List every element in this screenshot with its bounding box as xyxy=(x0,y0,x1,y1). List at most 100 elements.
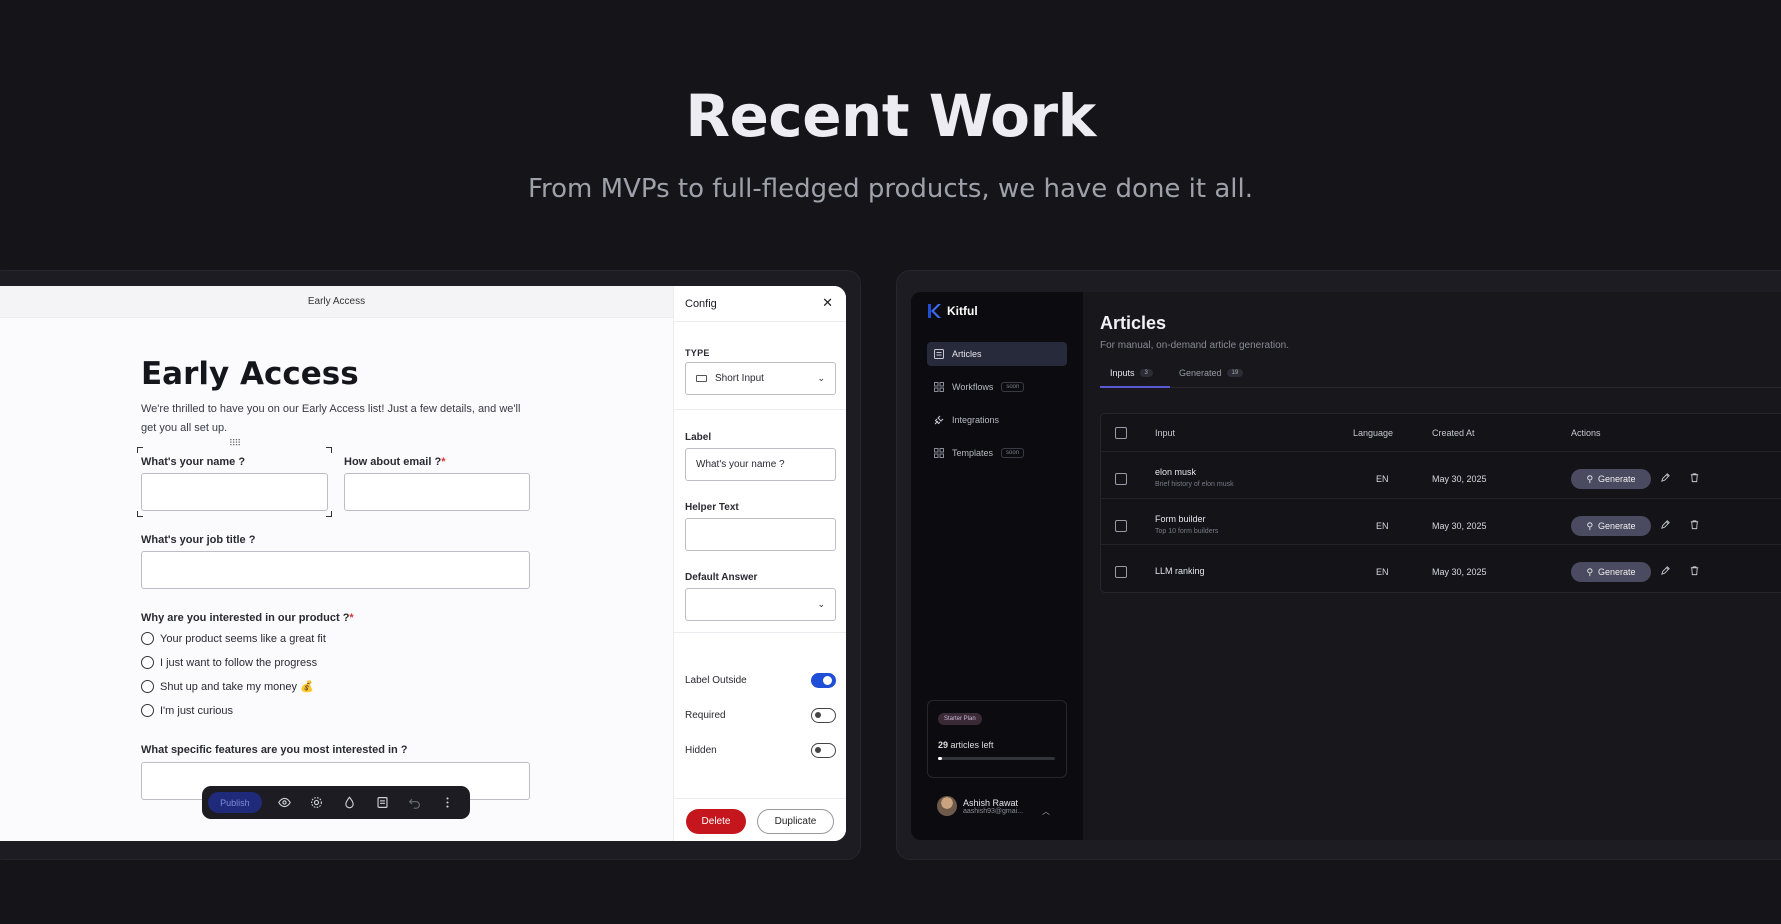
publish-button[interactable]: Publish xyxy=(208,792,262,813)
row-checkbox[interactable] xyxy=(1115,520,1127,532)
templates-icon xyxy=(934,448,944,458)
sidebar-item-articles[interactable]: Articles xyxy=(927,342,1067,366)
eye-icon[interactable] xyxy=(268,786,301,819)
form-heading: Early Access xyxy=(141,356,359,392)
page-title: Articles xyxy=(1100,313,1167,333)
row-title: elon musk xyxy=(1155,467,1197,477)
required-mark: * xyxy=(349,612,354,624)
sidebar-item-workflows[interactable]: Workflows soon xyxy=(927,375,1067,399)
gear-icon[interactable] xyxy=(300,786,333,819)
required-mark: * xyxy=(441,456,446,468)
tab-generated[interactable]: Generated 19 xyxy=(1179,368,1244,378)
close-icon[interactable]: ✕ xyxy=(822,295,833,311)
default-field-label: Default Answer xyxy=(685,572,758,583)
kitful-app: Kitful Articles Workflows soon Integrati… xyxy=(911,292,1781,840)
selection-corner xyxy=(326,511,332,517)
plug-icon xyxy=(934,415,944,425)
radio-button[interactable] xyxy=(141,680,154,693)
droplet-icon[interactable] xyxy=(333,786,366,819)
divider xyxy=(674,409,846,410)
column-header[interactable]: Input xyxy=(1155,428,1175,438)
job-field[interactable] xyxy=(141,551,530,589)
wand-icon: ⚲ xyxy=(1586,473,1594,484)
row-divider xyxy=(1101,544,1781,545)
toggle-switch[interactable] xyxy=(811,673,836,688)
radio-button[interactable] xyxy=(141,632,154,645)
radio-button[interactable] xyxy=(141,656,154,669)
sidebar-item-templates[interactable]: Templates soon xyxy=(927,441,1067,465)
brand[interactable]: Kitful xyxy=(927,303,978,319)
radio-option[interactable]: Shut up and take my money 💰 xyxy=(141,680,314,693)
type-select[interactable]: Short Input ⌄ xyxy=(685,362,836,395)
toggle-switch[interactable] xyxy=(811,743,836,758)
sidebar-item-label: Templates xyxy=(952,448,994,458)
generate-label: Generate xyxy=(1598,521,1636,531)
radio-label: Shut up and take my money 💰 xyxy=(160,681,314,693)
soon-badge: soon xyxy=(1001,448,1025,458)
sidebar-item-integrations[interactable]: Integrations xyxy=(927,408,1067,432)
trash-icon[interactable] xyxy=(1689,519,1700,533)
row-divider xyxy=(1101,451,1781,452)
usage-progress-bar xyxy=(938,757,1055,760)
user-menu[interactable]: Ashish Rawat aashish93@gmai... xyxy=(937,796,1023,816)
config-footer: Delete Duplicate xyxy=(674,798,846,841)
form-builder-app: Early Access Early Access We're thrilled… xyxy=(0,286,846,841)
type-label: TYPE xyxy=(685,348,710,358)
input-type-icon xyxy=(696,375,707,382)
undo-icon[interactable] xyxy=(399,786,432,819)
generate-button[interactable]: ⚲ Generate xyxy=(1571,562,1651,582)
helper-input[interactable] xyxy=(685,518,836,551)
divider xyxy=(674,632,846,633)
name-field[interactable] xyxy=(141,473,328,511)
toggle-switch[interactable] xyxy=(811,708,836,723)
column-header[interactable]: Created At xyxy=(1432,428,1475,438)
column-header[interactable]: Language xyxy=(1353,428,1393,438)
drag-handle-icon[interactable]: ⠿⠿ xyxy=(229,438,241,449)
select-all-checkbox[interactable] xyxy=(1115,427,1127,439)
label-input[interactable]: What's your name ? xyxy=(685,448,836,481)
toggle-hidden[interactable]: Hidden xyxy=(685,743,836,758)
row-checkbox[interactable] xyxy=(1115,473,1127,485)
user-name: Ashish Rawat xyxy=(963,797,1019,808)
radio-button[interactable] xyxy=(141,704,154,717)
plan-badge: Starter Plan xyxy=(938,713,982,725)
brand-name: Kitful xyxy=(947,304,978,318)
duplicate-button[interactable]: Duplicate xyxy=(757,809,834,834)
selection-corner xyxy=(326,447,332,453)
form-topbar-title: Early Access xyxy=(0,286,673,318)
avatar xyxy=(937,796,957,816)
radio-option[interactable]: Your product seems like a great fit xyxy=(141,632,326,645)
form-canvas: Early Access Early Access We're thrilled… xyxy=(0,286,673,841)
tab-inputs[interactable]: Inputs 3 xyxy=(1110,368,1153,378)
delete-button[interactable]: Delete xyxy=(686,809,746,834)
row-language: EN xyxy=(1376,567,1389,577)
radio-option[interactable]: I just want to follow the progress xyxy=(141,656,317,669)
email-field[interactable] xyxy=(344,473,530,511)
generate-button[interactable]: ⚲ Generate xyxy=(1571,516,1651,536)
toggle-label-outside[interactable]: Label Outside xyxy=(685,673,836,688)
trash-icon[interactable] xyxy=(1689,565,1700,579)
tab-label: Inputs xyxy=(1110,368,1135,378)
row-subtitle: Brief history of elon musk xyxy=(1155,481,1234,488)
edit-icon[interactable] xyxy=(1660,472,1671,486)
row-language: EN xyxy=(1376,474,1389,484)
more-icon[interactable] xyxy=(431,786,464,819)
toggle-required[interactable]: Required xyxy=(685,708,836,723)
chevron-up-icon[interactable]: ︿ xyxy=(1042,806,1050,817)
default-answer-select[interactable]: ⌄ xyxy=(685,588,836,621)
soon-badge: soon xyxy=(1001,382,1025,392)
save-icon[interactable] xyxy=(366,786,399,819)
radio-label: Your product seems like a great fit xyxy=(160,632,326,645)
chevron-down-icon: ⌄ xyxy=(817,599,825,609)
features-field-label: What specific features are you most inte… xyxy=(141,744,408,756)
row-checkbox[interactable] xyxy=(1115,566,1127,578)
edit-icon[interactable] xyxy=(1660,565,1671,579)
row-subtitle: Top 10 form builders xyxy=(1155,528,1219,535)
radio-label: I'm just curious xyxy=(160,704,234,717)
tab-divider xyxy=(1100,387,1781,388)
radio-option[interactable]: I'm just curious xyxy=(141,704,233,717)
edit-icon[interactable] xyxy=(1660,519,1671,533)
trash-icon[interactable] xyxy=(1689,472,1700,486)
generate-button[interactable]: ⚲ Generate xyxy=(1571,469,1651,489)
form-toolbar: Publish xyxy=(202,786,470,819)
